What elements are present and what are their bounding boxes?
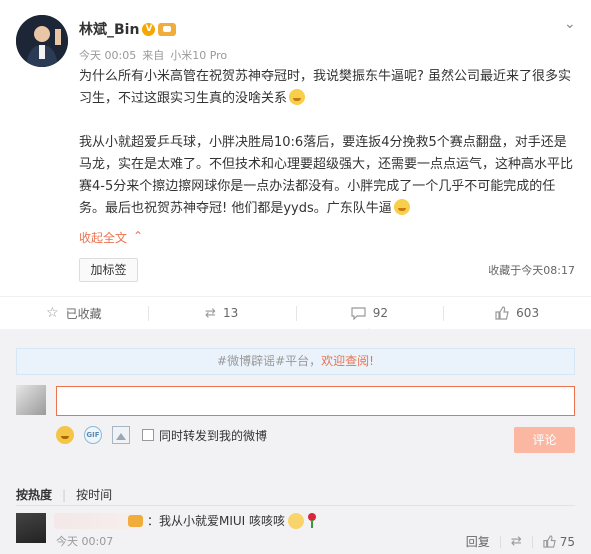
action-separator bbox=[531, 535, 533, 548]
post-paragraph-text: 为什么所有小米高管在祝贺苏神夺冠时，我说樊振东牛逼呢? 虽然公司最近来了很多实习… bbox=[79, 69, 572, 106]
repost-checkbox-text: 同时转发到我的微博 bbox=[159, 428, 268, 443]
favorite-button[interactable]: ☆ 已收藏 bbox=[0, 297, 148, 329]
post-body: 为什么所有小米高管在祝贺苏神夺冠时，我说樊振东牛逼呢? 虽然公司最近来了很多实习… bbox=[79, 66, 573, 242]
action-separator bbox=[499, 535, 501, 548]
source-prefix: 来自 bbox=[142, 49, 165, 62]
post-paragraph-text: 我从小就超爱乒乓球，小胖决胜局10:6落后，要连扳4分挽救5个赛点翻盘，对手还是… bbox=[79, 135, 574, 216]
comment-sort: 按热度 | 按时间 bbox=[16, 486, 112, 503]
comment-button[interactable]: 92 bbox=[295, 297, 444, 333]
user-avatar[interactable] bbox=[16, 15, 68, 67]
commenter-avatar[interactable] bbox=[16, 513, 46, 543]
chevron-down-icon[interactable]: ⌄ bbox=[564, 16, 576, 32]
add-tag-button[interactable]: 加标签 bbox=[79, 258, 138, 282]
comment-text: ：我从小就爱MIUI 咳咳咳 bbox=[147, 513, 317, 529]
notice-hashtag[interactable]: #微博辟谣# bbox=[217, 354, 285, 368]
comment-repost-icon[interactable]: ⇄ bbox=[511, 534, 522, 549]
smile-emoji-icon bbox=[393, 199, 410, 215]
post-time[interactable]: 今天 00:05 bbox=[79, 47, 136, 63]
like-icon bbox=[543, 535, 556, 548]
gif-icon[interactable]: GIF bbox=[84, 426, 102, 444]
emoji-icon[interactable] bbox=[56, 426, 74, 444]
repost-icon: ⇄ bbox=[205, 305, 216, 321]
comment-tools: GIF 同时转发到我的微博 bbox=[56, 426, 267, 444]
action-bar: ☆ 已收藏 ⇄ 13 92 603 bbox=[0, 296, 591, 333]
notice-text: 平台， bbox=[285, 354, 322, 368]
sort-by-time[interactable]: 按时间 bbox=[76, 486, 112, 503]
post-paragraph: 我从小就超爱乒乓球，小胖决胜局10:6落后，要连扳4分挽救5个赛点翻盘，对手还是… bbox=[79, 132, 573, 220]
vip-badge-icon bbox=[158, 22, 177, 36]
comment-time: 今天 00:07 bbox=[56, 535, 114, 548]
comment-input[interactable] bbox=[56, 386, 575, 416]
divider bbox=[16, 505, 575, 506]
like-count: 603 bbox=[516, 306, 540, 320]
image-icon[interactable] bbox=[112, 426, 130, 444]
grin-emoji-icon bbox=[289, 89, 306, 105]
comment-section: #微博辟谣#平台，欢迎查阅! GIF 同时转发到我的微博 评论 按热度 | 按时… bbox=[0, 329, 591, 554]
post-meta: 今天 00:05 来自 小米10 Pro bbox=[79, 47, 227, 63]
favorite-time: 收藏于今天08:17 bbox=[488, 264, 575, 277]
verified-icon: V bbox=[142, 22, 156, 36]
weibo-post: 林斌_Bin V ⌄ 今天 00:05 来自 小米10 Pro 为什么所有小米高… bbox=[0, 0, 591, 296]
like-icon bbox=[495, 306, 509, 320]
sort-by-hot[interactable]: 按热度 bbox=[16, 486, 52, 503]
repost-button[interactable]: ⇄ 13 bbox=[147, 297, 296, 329]
star-icon: ☆ bbox=[46, 305, 59, 321]
rumor-notice: #微博辟谣#平台，欢迎查阅! bbox=[16, 348, 575, 375]
source-device[interactable]: 小米10 Pro bbox=[170, 47, 227, 63]
doge-emoji-icon bbox=[288, 513, 305, 529]
submit-comment-button[interactable]: 评论 bbox=[514, 427, 575, 453]
comment-count: 92 bbox=[372, 306, 389, 320]
repost-count: 13 bbox=[222, 306, 239, 320]
like-button[interactable]: 603 bbox=[443, 297, 591, 329]
favorite-label: 已收藏 bbox=[65, 306, 102, 321]
rose-emoji-icon bbox=[307, 513, 317, 529]
comment-item: ：我从小就爱MIUI 咳咳咳 今天 00:07 回复 ⇄ 75 bbox=[16, 513, 575, 553]
post-paragraph: 为什么所有小米高管在祝贺苏神夺冠时，我说樊振东牛逼呢? 虽然公司最近来了很多实习… bbox=[79, 66, 573, 110]
collapse-label[interactable]: 收起全文 bbox=[79, 229, 127, 246]
comment-like-count: 75 bbox=[559, 534, 575, 549]
chevron-up-icon[interactable]: ⌃ bbox=[133, 229, 143, 246]
sort-separator: | bbox=[62, 487, 67, 502]
notice-link[interactable]: 欢迎查阅! bbox=[321, 354, 374, 368]
comment-like-button[interactable]: 75 bbox=[543, 535, 575, 549]
reply-button[interactable]: 回复 bbox=[466, 533, 490, 550]
my-avatar bbox=[16, 385, 46, 415]
username-text[interactable]: 林斌_Bin bbox=[79, 19, 139, 39]
comment-text-body: ：我从小就爱MIUI 咳咳咳 bbox=[147, 514, 286, 528]
comment-actions: 回复 ⇄ 75 bbox=[466, 533, 575, 550]
repost-checkbox[interactable] bbox=[142, 429, 154, 441]
username[interactable]: 林斌_Bin V bbox=[79, 19, 177, 39]
comment-icon bbox=[351, 306, 366, 320]
repost-checkbox-label[interactable]: 同时转发到我的微博 bbox=[142, 427, 267, 444]
collapse-link[interactable]: 收起全文 ⌃ bbox=[79, 229, 143, 246]
vip-badge-icon bbox=[128, 515, 143, 527]
commenter-name[interactable] bbox=[54, 513, 138, 529]
